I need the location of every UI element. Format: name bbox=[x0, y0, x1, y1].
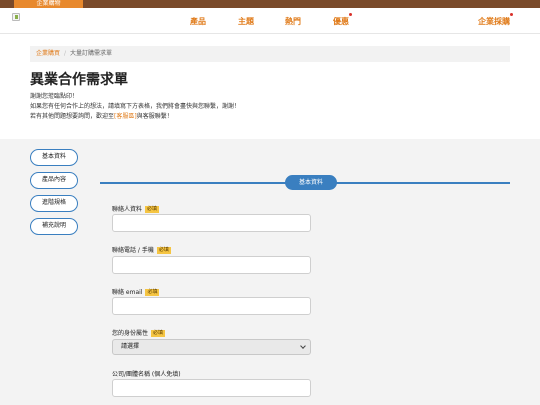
field-label-text: 聯絡 email bbox=[112, 289, 143, 296]
company-input[interactable] bbox=[112, 379, 311, 397]
breadcrumb: 企業購買 / 大量訂購需求單 bbox=[30, 46, 510, 62]
intro-line: 若有其他問題想要詢問，歡迎至[客服區]與客服聯繫！ bbox=[30, 112, 240, 122]
field-label-text: 聯絡電話 / 手機 bbox=[112, 247, 154, 254]
nav-label: 企業採購 bbox=[478, 17, 510, 26]
contact-name-label: 聯絡人資料 必填 bbox=[112, 204, 160, 213]
identity-selected-value: 請選擇 bbox=[121, 343, 140, 350]
field-label-text: 您的身份屬性 bbox=[112, 330, 149, 337]
nav-label: 優惠 bbox=[333, 17, 349, 26]
email-label: 聯絡 email 必填 bbox=[112, 287, 160, 296]
breadcrumb-current: 大量訂購需求單 bbox=[70, 50, 113, 57]
field-label-text: 聯絡人資料 bbox=[112, 206, 143, 213]
sidebar-item-product-content[interactable]: 產品內容 bbox=[30, 172, 78, 189]
page-title: 異業合作需求單 bbox=[30, 72, 128, 88]
email-input[interactable] bbox=[112, 297, 311, 315]
form-content-area: 基本資料 產品內容 進階規格 補充說明 基本資料 聯絡人資料 必填 聯絡電話 / … bbox=[0, 139, 540, 405]
required-badge: 必填 bbox=[156, 247, 171, 254]
nav-item-popular[interactable]: 熱門 bbox=[285, 16, 301, 27]
notification-dot-icon bbox=[349, 13, 352, 16]
nav-label: 熱門 bbox=[285, 17, 301, 26]
intro-text: 謝謝您蒞臨點印！ 如果您有任何合作上的想法，請填寫下方表格，我們將會盡快與您聯繫… bbox=[30, 92, 240, 122]
nav-label: 產品 bbox=[190, 17, 206, 26]
section-title-pill: 基本資料 bbox=[285, 175, 337, 190]
required-badge: 必填 bbox=[145, 289, 160, 296]
sidebar-item-additional-notes[interactable]: 補充說明 bbox=[30, 218, 78, 235]
required-badge: 必填 bbox=[145, 206, 160, 213]
nav-item-deals[interactable]: 優惠 bbox=[333, 13, 352, 27]
identity-label: 您的身份屬性 必填 bbox=[112, 328, 166, 337]
nav-label: 主題 bbox=[238, 17, 254, 26]
chevron-down-icon bbox=[300, 343, 306, 349]
notification-dot-icon bbox=[510, 13, 513, 16]
identity-select[interactable]: 請選擇 bbox=[112, 339, 311, 355]
customer-service-link[interactable]: [客服區] bbox=[114, 113, 137, 120]
phone-input[interactable] bbox=[112, 256, 311, 274]
nav-item-products[interactable]: 產品 bbox=[190, 16, 206, 27]
intro-text-part: 與客服聯繫！ bbox=[136, 113, 173, 120]
sidebar-item-advanced-specs[interactable]: 進階規格 bbox=[30, 195, 78, 212]
nav-item-enterprise[interactable]: 企業採購 bbox=[478, 13, 513, 27]
main-navbar: 產品 主題 熱門 優惠 企業採購 bbox=[0, 8, 540, 34]
company-label: 公司/團體名稱 (個人免填) bbox=[112, 369, 181, 378]
top-tab-enterprise[interactable]: 企業購物 bbox=[14, 0, 83, 8]
field-label-text: 公司/團體名稱 (個人免填) bbox=[112, 371, 181, 378]
breadcrumb-home-link[interactable]: 企業購買 bbox=[36, 50, 60, 57]
intro-text-part: 若有其他問題想要詢問，歡迎至 bbox=[30, 113, 115, 120]
sidebar-item-basic-info[interactable]: 基本資料 bbox=[30, 149, 78, 166]
phone-label: 聯絡電話 / 手機 必填 bbox=[112, 245, 171, 254]
contact-name-input[interactable] bbox=[112, 214, 311, 232]
breadcrumb-separator: / bbox=[64, 50, 67, 57]
logo-icon[interactable] bbox=[12, 13, 20, 21]
intro-line: 謝謝您蒞臨點印！ bbox=[30, 93, 79, 100]
required-badge: 必填 bbox=[151, 330, 166, 337]
intro-line: 如果您有任何合作上的想法，請填寫下方表格，我們將會盡快與您聯繫，謝謝！ bbox=[30, 103, 241, 110]
nav-item-themes[interactable]: 主題 bbox=[238, 16, 254, 27]
